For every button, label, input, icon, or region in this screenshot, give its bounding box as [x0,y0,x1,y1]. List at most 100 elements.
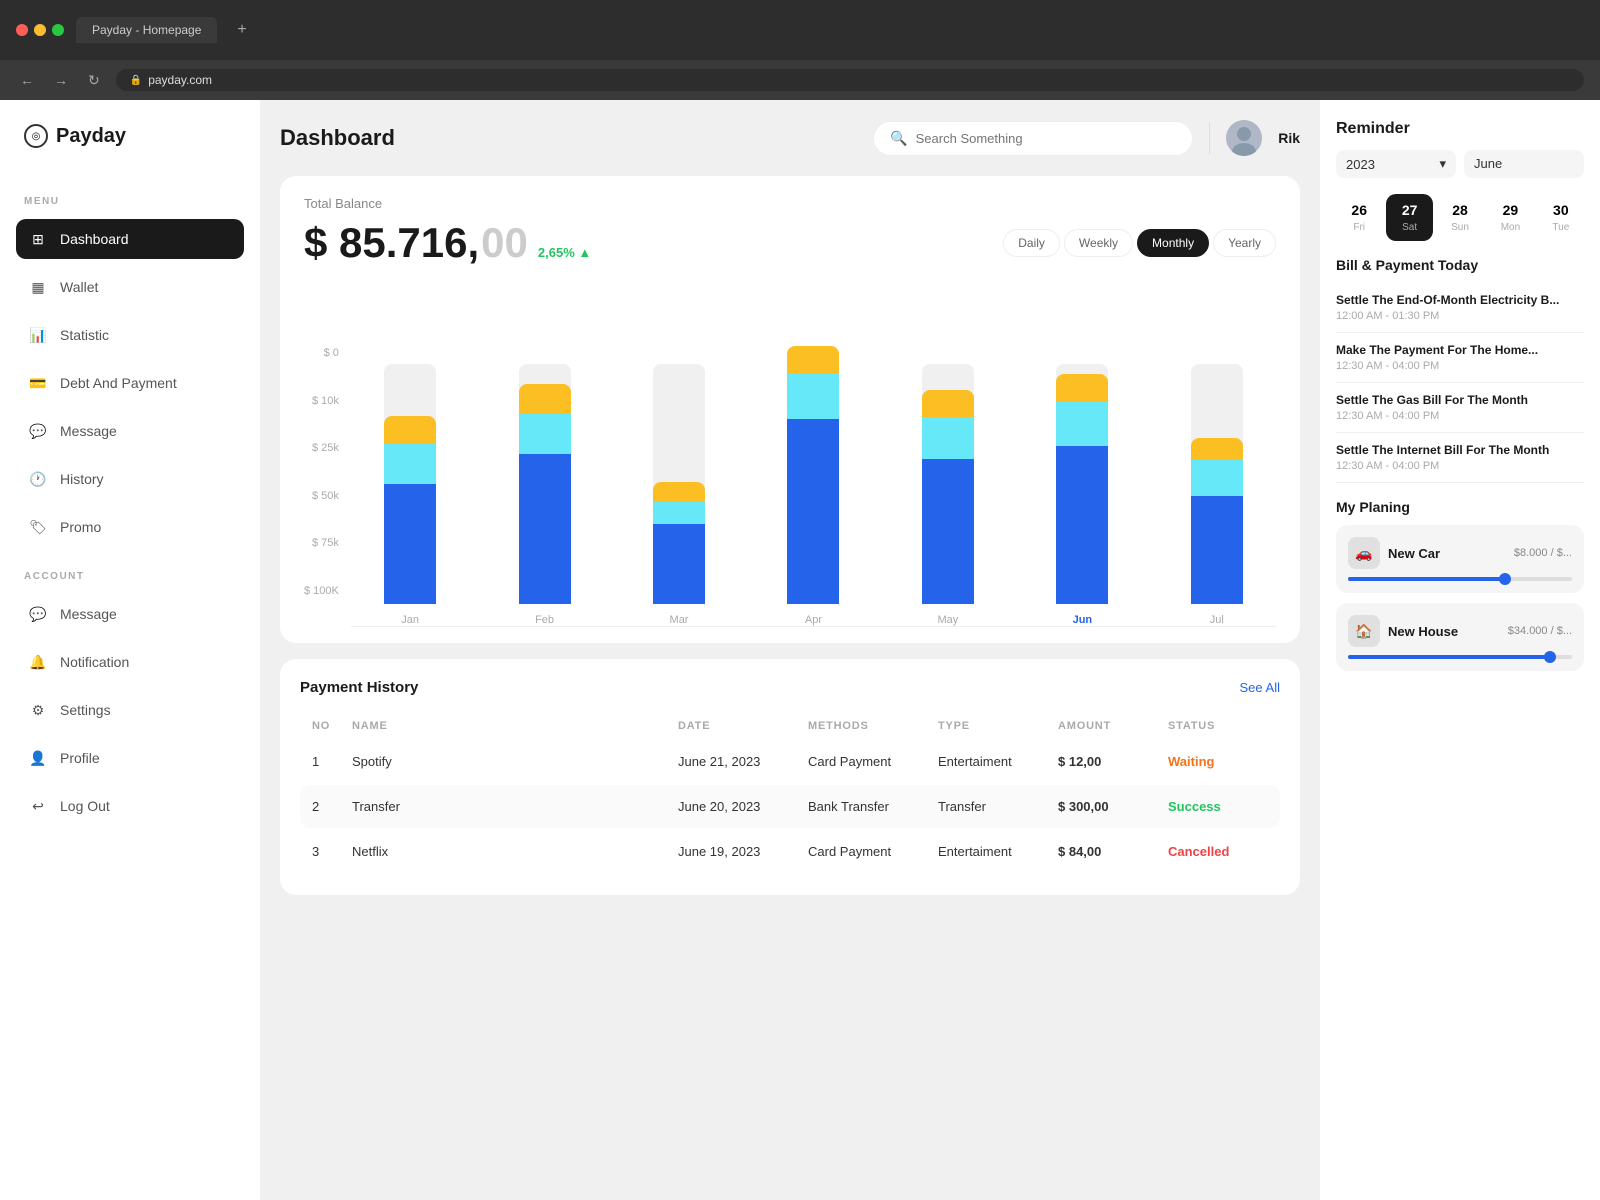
x-label-jul: Jul [1210,614,1224,626]
promo-icon: 🏷 [28,517,48,537]
cal-day-28[interactable]: 28 Sun [1437,194,1483,241]
balance-card: Total Balance $ 85.716, 00 2,65% ▲ Daily… [280,176,1300,643]
bill-item-1[interactable]: Settle The End-Of-Month Electricity B...… [1336,283,1584,333]
y-label: $ 50k [304,490,339,502]
x-label-mar: Mar [670,614,689,626]
x-label-jun: Jun [1073,614,1093,626]
planning-item-header: 🏠 New House $34.000 / $... [1348,615,1572,647]
sidebar-item-label: Message [60,606,117,622]
col-methods: METHODS [808,720,938,732]
planning-item-house[interactable]: 🏠 New House $34.000 / $... [1336,603,1584,671]
address-bar[interactable]: 🔒 payday.com [116,69,1584,91]
planning-progress-thumb[interactable] [1544,651,1556,663]
sidebar-item-debt-payment[interactable]: 💳 Debt And Payment [16,363,244,403]
table-row[interactable]: 2 Transfer June 20, 2023 Bank Transfer T… [300,785,1280,828]
account-section-label: ACCOUNT [16,563,244,586]
avatar-image [1226,120,1262,156]
cal-day-30[interactable]: 30 Tue [1538,194,1584,241]
user-name: Rik [1278,130,1300,146]
bill-name: Settle The Internet Bill For The Month [1336,443,1584,457]
cal-day-26[interactable]: 26 Fri [1336,194,1382,241]
period-yearly-button[interactable]: Yearly [1213,229,1276,257]
planning-progress-thumb[interactable] [1499,573,1511,585]
chevron-down-icon: ▾ [1439,156,1446,172]
period-daily-button[interactable]: Daily [1003,229,1060,257]
planning-item-car[interactable]: 🚗 New Car $8.000 / $... [1336,525,1584,593]
y-label: $ 75k [304,537,339,549]
planning-amount: $8.000 / $... [1514,547,1572,559]
sidebar-item-dashboard[interactable]: ⊞ Dashboard [16,219,244,259]
sidebar-item-promo[interactable]: 🏷 Promo [16,507,244,547]
browser-chrome: Payday - Homepage + [0,0,1600,60]
month-select[interactable]: June [1464,150,1584,178]
sidebar-item-label: History [60,471,104,487]
balance-amount: $ 85.716, [304,219,479,267]
sidebar-item-message-acc[interactable]: 💬 Message [16,594,244,634]
balance-cents: 00 [481,219,528,267]
cal-day-27[interactable]: 27 Sat [1386,194,1432,241]
period-monthly-button[interactable]: Monthly [1137,229,1209,257]
status-badge: Waiting [1168,754,1268,769]
menu-section-label: MENU [16,188,244,211]
payment-history-title: Payment History [300,679,418,696]
refresh-button[interactable]: ↻ [84,68,104,93]
settings-icon: ⚙ [28,700,48,720]
app-logo: ◎ Payday [16,124,244,148]
lock-icon: 🔒 [130,75,142,86]
planning-amount: $34.000 / $... [1508,625,1572,637]
logo-text: Payday [56,125,126,148]
period-weekly-button[interactable]: Weekly [1064,229,1133,257]
see-all-link[interactable]: See All [1240,680,1280,695]
bar-group-apr: Apr [754,317,872,626]
bill-item-2[interactable]: Make The Payment For The Home... 12:30 A… [1336,333,1584,383]
row-name: Netflix [352,844,678,859]
minimize-window-button[interactable] [34,24,46,36]
sidebar-item-profile[interactable]: 👤 Profile [16,738,244,778]
x-label-may: May [938,614,959,626]
col-type: TYPE [938,720,1058,732]
col-no: NO [312,720,352,732]
avatar[interactable] [1226,120,1262,156]
cal-day-29[interactable]: 29 Mon [1487,194,1533,241]
new-tab-button[interactable]: + [229,17,254,43]
sidebar-item-wallet[interactable]: ▦ Wallet [16,267,244,307]
sidebar-item-history[interactable]: 🕐 History [16,459,244,499]
planning-progress-bar [1348,577,1572,581]
sidebar-item-message[interactable]: 💬 Message [16,411,244,451]
table-row[interactable]: 3 Netflix June 19, 2023 Card Payment Ent… [300,830,1280,873]
sidebar-item-settings[interactable]: ⚙ Settings [16,690,244,730]
table-row[interactable]: 1 Spotify June 21, 2023 Card Payment Ent… [300,740,1280,783]
main-header: Dashboard 🔍 Rik [280,120,1300,156]
year-select[interactable]: 2023 ▾ [1336,150,1456,178]
search-input[interactable] [916,131,1177,146]
history-icon: 🕐 [28,469,48,489]
row-amount: $ 84,00 [1058,844,1168,859]
search-bar[interactable]: 🔍 [873,121,1193,156]
logout-icon: ↩ [28,796,48,816]
sidebar-item-label: Log Out [60,798,110,814]
calendar-days: 26 Fri 27 Sat 28 Sun 29 Mon 30 Tue [1336,194,1584,241]
bill-item-4[interactable]: Settle The Internet Bill For The Month 1… [1336,433,1584,483]
row-no: 2 [312,799,352,814]
bill-item-3[interactable]: Settle The Gas Bill For The Month 12:30 … [1336,383,1584,433]
row-method: Card Payment [808,844,938,859]
sidebar-item-statistic[interactable]: 📊 Statistic [16,315,244,355]
row-name: Spotify [352,754,678,769]
back-button[interactable]: ← [16,68,38,92]
car-icon: 🚗 [1348,537,1380,569]
sidebar-item-logout[interactable]: ↩ Log Out [16,786,244,826]
row-date: June 21, 2023 [678,754,808,769]
row-amount: $ 300,00 [1058,799,1168,814]
close-window-button[interactable] [16,24,28,36]
right-panel: Reminder 2023 ▾ June 26 Fri 27 Sat [1320,100,1600,1200]
sidebar-item-notification[interactable]: 🔔 Notification [16,642,244,682]
sidebar-item-label: Wallet [60,279,98,295]
row-date: June 20, 2023 [678,799,808,814]
maximize-window-button[interactable] [52,24,64,36]
browser-tab[interactable]: Payday - Homepage [76,17,217,43]
y-label: $ 25k [304,442,339,454]
row-amount: $ 12,00 [1058,754,1168,769]
main-content: Dashboard 🔍 Rik Total Balanc [260,100,1320,1200]
house-icon: 🏠 [1348,615,1380,647]
forward-button[interactable]: → [50,68,72,92]
